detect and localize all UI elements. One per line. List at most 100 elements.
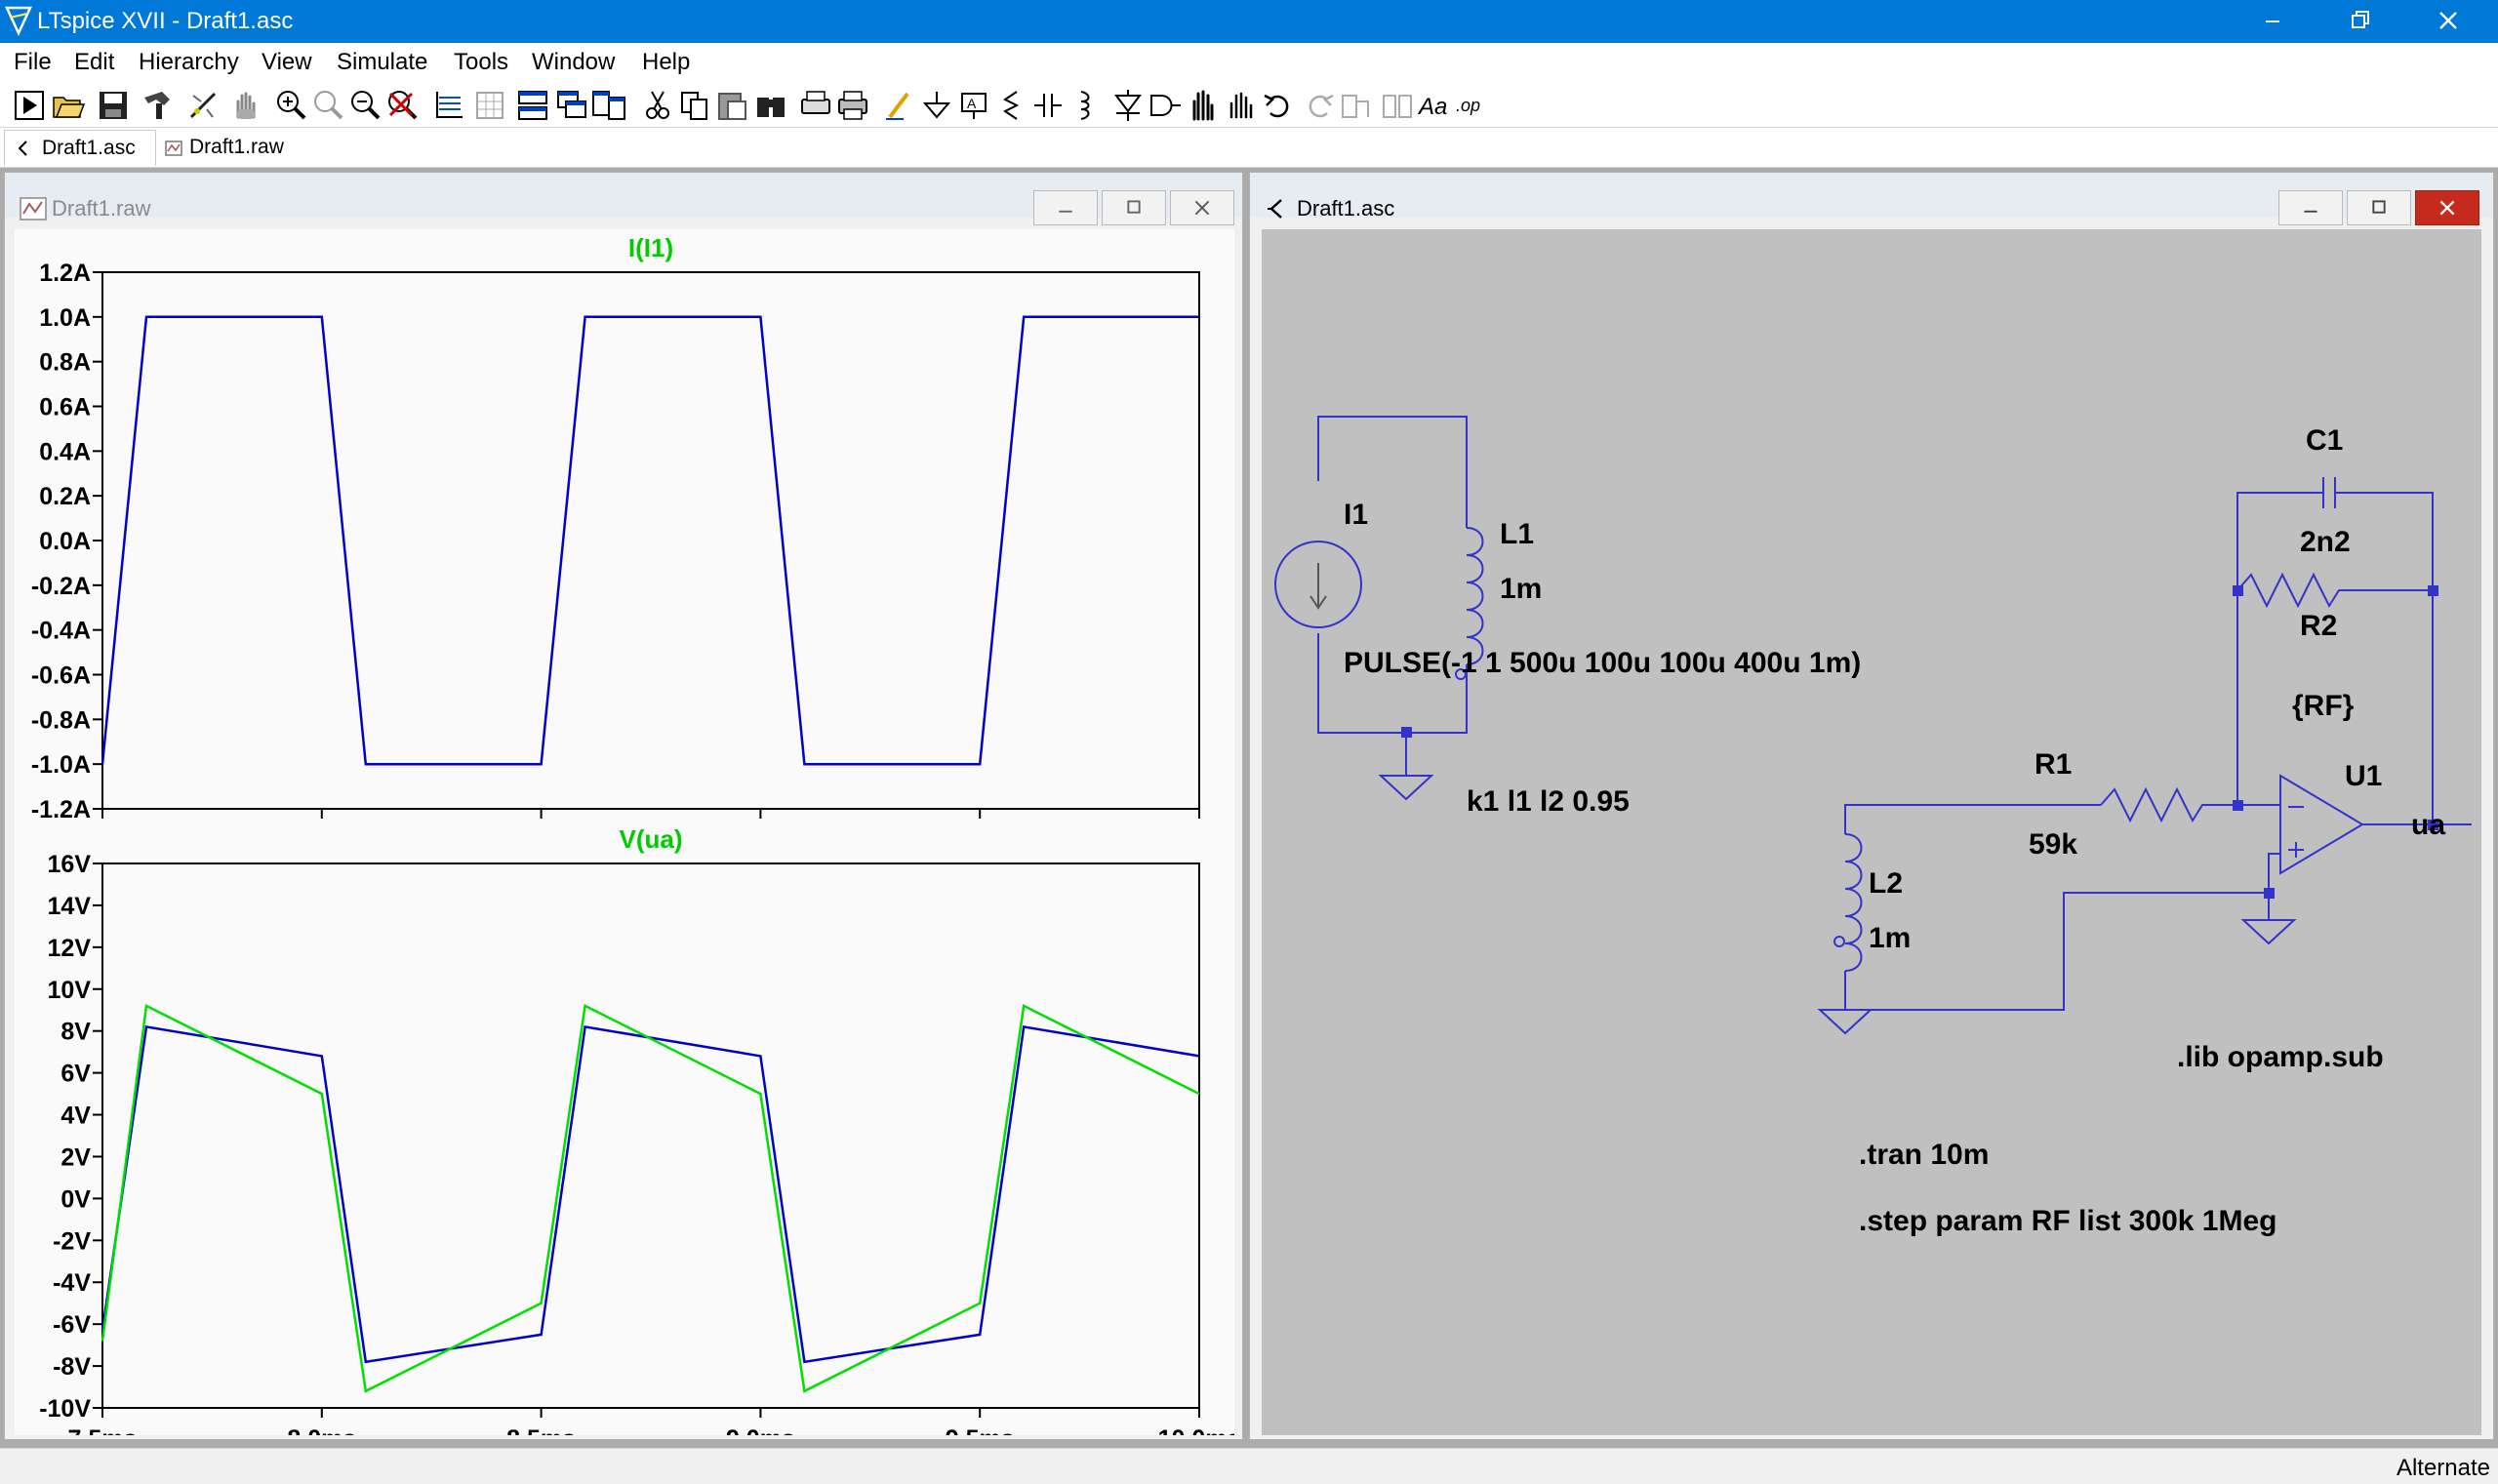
toolbar: A Aa .op <box>0 82 2498 128</box>
schematic-window: Draft1.asc I1 PULSE(-1 1 500u 100u 100u … <box>1249 172 2494 1440</box>
y-tick-label: -0.2A <box>31 573 91 600</box>
y-tick-label: 1.2A <box>39 260 91 287</box>
tab-draft1-raw[interactable]: Draft1.raw <box>156 130 302 165</box>
open-icon[interactable] <box>51 88 86 123</box>
r2-value[interactable]: {RF} <box>2292 690 2355 722</box>
y-tick-label: 14V <box>48 893 92 920</box>
output-net-label[interactable]: ua <box>2411 809 2445 841</box>
cascade-icon[interactable] <box>554 88 589 123</box>
halt-icon[interactable] <box>185 88 221 123</box>
menu-window[interactable]: Window <box>532 49 615 76</box>
zoom-cancel-icon[interactable] <box>384 88 420 123</box>
cut-icon[interactable] <box>640 88 675 123</box>
menu-bar: File Edit Hierarchy View Simulate Tools … <box>0 43 2498 82</box>
y-tick-label: 0.8A <box>39 349 91 377</box>
print-preview-icon[interactable] <box>798 88 833 123</box>
maximize-icon[interactable] <box>2347 190 2411 225</box>
plot-pane-1: I(I1) 1.2A 1.0A 0.8A 0.6A 0.4A 0.2A 0.0A -0.2A -0… <box>31 233 1200 823</box>
diode-icon[interactable] <box>1110 88 1146 123</box>
r1-value[interactable]: 59k <box>2029 828 2077 861</box>
i1-value[interactable]: PULSE(-1 1 500u 100u 100u 400u 1m) <box>1344 647 1861 679</box>
y-tick-label: -0.4A <box>31 618 91 645</box>
l2-label[interactable]: L2 <box>1869 867 1903 900</box>
l1-label[interactable]: L1 <box>1500 518 1534 550</box>
schematic-canvas[interactable]: I1 PULSE(-1 1 500u 100u 100u 400u 1m) L1… <box>1262 229 2481 1435</box>
waveform-plot-area[interactable]: I(I1) 1.2A 1.0A 0.8A 0.6A 0.4A 0.2A 0.0A -0.2A -0… <box>15 229 1234 1435</box>
menu-simulate[interactable]: Simulate <box>337 49 427 76</box>
y-tick-label: 0.4A <box>39 438 91 465</box>
restore-icon[interactable] <box>2317 0 2404 43</box>
mirror-icon[interactable] <box>1380 88 1415 123</box>
undo-icon[interactable] <box>1261 88 1296 123</box>
menu-view[interactable]: View <box>262 49 312 76</box>
y-tick-label: -10V <box>39 1395 91 1423</box>
pan-icon[interactable] <box>228 88 263 123</box>
i1-circuit <box>1274 416 1484 801</box>
control-panel-icon[interactable] <box>141 88 176 123</box>
close-icon[interactable] <box>1170 190 1234 225</box>
r2-label[interactable]: R2 <box>2300 610 2337 642</box>
trace-label: I(I1) <box>628 233 673 262</box>
waveform-window-titlebar[interactable]: Draft1.raw <box>5 173 1242 225</box>
inductor-icon[interactable] <box>1068 88 1103 123</box>
c1-label[interactable]: C1 <box>2306 424 2343 457</box>
tran-directive[interactable]: .tran 10m <box>1859 1139 1989 1171</box>
schematic-window-titlebar[interactable]: Draft1.asc <box>1250 173 2493 225</box>
close-icon[interactable] <box>2404 0 2492 43</box>
paste-icon[interactable] <box>714 88 749 123</box>
wire-icon[interactable] <box>882 88 917 123</box>
y-tick-label: -1.2A <box>31 796 91 823</box>
minimize-icon[interactable] <box>1033 190 1098 225</box>
move-icon[interactable] <box>1185 88 1220 123</box>
minimize-icon[interactable] <box>2229 0 2317 43</box>
waveform-window-title: Draft1.raw <box>52 196 151 221</box>
c1-value[interactable]: 2n2 <box>2300 526 2351 558</box>
save-icon[interactable] <box>96 88 131 123</box>
zoom-area-icon[interactable] <box>310 88 345 123</box>
l2-value[interactable]: 1m <box>1869 922 1911 954</box>
menu-file[interactable]: File <box>14 49 52 76</box>
tab-draft1-asc[interactable]: Draft1.asc <box>4 130 156 166</box>
k-directive[interactable]: k1 l1 l2 0.95 <box>1467 785 1630 818</box>
zoom-out-icon[interactable] <box>347 88 383 123</box>
spice-directive-icon[interactable]: .op <box>1454 88 1489 123</box>
zoom-in-icon[interactable] <box>273 88 308 123</box>
l1-value[interactable]: 1m <box>1500 573 1542 605</box>
print-icon[interactable] <box>835 88 870 123</box>
drag-icon[interactable] <box>1224 88 1259 123</box>
maximize-icon[interactable] <box>1102 190 1166 225</box>
y-tick-label: -2V <box>53 1227 91 1255</box>
menu-tools[interactable]: Tools <box>454 49 508 76</box>
i1-label[interactable]: I1 <box>1344 499 1368 531</box>
rotate-icon[interactable] <box>1339 88 1374 123</box>
status-text: Alternate <box>2396 1455 2490 1481</box>
autorange-icon[interactable] <box>431 88 466 123</box>
find-icon[interactable] <box>753 88 788 123</box>
y-tick-label: 0.6A <box>39 394 91 421</box>
component-icon[interactable] <box>1148 88 1183 123</box>
y-tick-label: -0.6A <box>31 662 91 690</box>
label-icon[interactable]: A <box>956 88 991 123</box>
tile-horizontal-icon[interactable] <box>515 88 550 123</box>
run-icon[interactable] <box>12 88 47 123</box>
ground-icon[interactable] <box>919 88 954 123</box>
close-icon[interactable] <box>2415 190 2479 225</box>
step-directive[interactable]: .step param RF list 300k 1Meg <box>1859 1205 2277 1237</box>
menu-hierarchy[interactable]: Hierarchy <box>139 49 239 76</box>
r1-label[interactable]: R1 <box>2035 748 2072 781</box>
minimize-icon[interactable] <box>2278 190 2343 225</box>
tile-vertical-icon[interactable] <box>591 88 626 123</box>
u1-label[interactable]: U1 <box>2345 760 2382 792</box>
capacitor-icon[interactable] <box>1030 88 1066 123</box>
lib-directive[interactable]: .lib opamp.sub <box>2177 1041 2384 1073</box>
redo-icon[interactable] <box>1302 88 1337 123</box>
tab-label: Draft1.asc <box>42 137 136 159</box>
y-tick-label: 16V <box>48 851 92 878</box>
text-icon[interactable]: Aa <box>1417 88 1452 123</box>
copy-icon[interactable] <box>677 88 712 123</box>
menu-edit[interactable]: Edit <box>74 49 114 76</box>
y-tick-label: -0.8A <box>31 706 91 734</box>
menu-help[interactable]: Help <box>642 49 690 76</box>
grid-icon[interactable] <box>472 88 507 123</box>
resistor-icon[interactable] <box>993 88 1028 123</box>
